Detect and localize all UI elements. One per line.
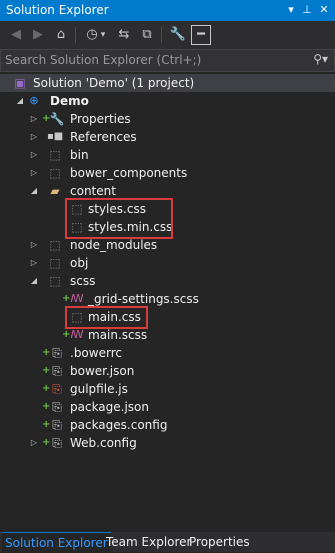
preview-selected-icon[interactable]: ━ [191,25,211,45]
bottom-tab-bar: Solution Explorer Team Explorer Properti… [0,532,335,553]
tab-team-explorer[interactable]: Team Explorer [103,532,195,552]
toolbar-separator [161,27,162,43]
tree-item-main-scss[interactable]: + ꟿ main.scss [0,326,335,344]
expanded-arrow-icon[interactable]: ◢ [29,184,39,198]
tree-item-bin[interactable]: ▷ ⬚ bin [0,146,335,164]
excluded-folder-icon: ⬚ [49,274,61,288]
tree-item-label: bin [70,148,89,162]
tree-item-bower-components[interactable]: ▷ ⬚ bower_components [0,164,335,182]
json-file-icon: ⎘ [52,400,62,414]
tab-properties[interactable]: Properties [186,532,253,552]
collapsed-arrow-icon[interactable]: ▷ [29,166,39,180]
json-file-icon: ⎘ [52,364,62,378]
tree-item-label: Demo [50,94,89,108]
tree-item-solution[interactable]: ▣ Solution 'Demo' (1 project) [0,74,335,92]
tree-item-label: content [70,184,116,198]
home-icon[interactable]: ⌂ [51,25,71,45]
tree-item-obj[interactable]: ▷ ⬚ obj [0,254,335,272]
tree-item-references[interactable]: ▷ ▪■ References [0,128,335,146]
expanded-arrow-icon[interactable]: ◢ [29,274,39,288]
search-options-icon[interactable]: ⚲▾ [313,52,328,66]
sync-icon[interactable]: ⇆ [114,25,134,45]
collapsed-arrow-icon[interactable]: ▷ [29,238,39,252]
wrench-icon: 🔧 [49,112,65,126]
pin-icon[interactable]: ⊥ [299,2,315,18]
tree-item-properties[interactable]: ▷ + 🔧 Properties [0,110,335,128]
tree-item-label: Web.config [70,436,137,450]
close-icon[interactable]: ✕ [316,2,332,18]
tree-item-packages-config[interactable]: + ⎘ packages.config [0,416,335,434]
collapsed-arrow-icon[interactable]: ▷ [29,256,39,270]
tree-item-label: obj [70,256,89,270]
tree-item-label: packages.config [70,418,168,432]
back-icon[interactable]: ◀ [6,25,26,45]
solution-tree: ▣ Solution 'Demo' (1 project) ◢ ⊕ Demo ▷… [0,72,335,532]
config-file-icon: ⎘ [52,436,62,450]
tree-item-label: main.scss [88,328,148,342]
config-file-icon: ⎘ [52,418,62,432]
gulp-file-icon: ⎘ [52,382,62,396]
tree-item-label: bower_components [70,166,188,180]
tree-item-label: scss [70,274,96,288]
tree-item-grid-settings[interactable]: + ꟿ _grid-settings.scss [0,290,335,308]
expanded-arrow-icon[interactable]: ◢ [15,94,25,108]
web-project-icon: ⊕ [29,94,39,107]
tree-item-label: bower.json [70,364,135,378]
collapsed-arrow-icon[interactable]: ▷ [29,148,39,162]
properties-wrench-icon[interactable]: 🔧 [168,25,188,45]
search-input[interactable]: Search Solution Explorer (Ctrl+;) ⚲▾ [0,49,335,72]
title-bar: Solution Explorer ▾ ⊥ ✕ [0,0,335,21]
tree-item-node-modules[interactable]: ▷ ⬚ node_modules [0,236,335,254]
collapse-all-icon[interactable]: ⧉ [137,25,157,45]
tree-item-label: Properties [70,112,131,126]
tree-item-label: _grid-settings.scss [88,292,199,306]
tree-item-web-config[interactable]: ▷ + ⎘ Web.config [0,434,335,452]
tree-item-bower-json[interactable]: + ⎘ bower.json [0,362,335,380]
scss-file-icon: ꟿ [70,292,84,305]
forward-icon[interactable]: ▶ [28,25,48,45]
excluded-folder-icon: ⬚ [49,148,61,162]
excluded-folder-icon: ⬚ [49,238,61,252]
tree-item-project[interactable]: ◢ ⊕ Demo [0,92,335,110]
dropdown-icon[interactable]: ▾ [283,2,299,18]
tree-item-label: package.json [70,400,150,414]
excluded-folder-icon: ⬚ [49,256,61,270]
tree-item-main-css[interactable]: ⬚ main.css [0,308,335,326]
tree-item-label: Solution 'Demo' (1 project) [33,76,195,90]
tree-item-scss[interactable]: ◢ ⬚ scss [0,272,335,290]
window-title: Solution Explorer [6,3,109,17]
collapsed-arrow-icon[interactable]: ▷ [29,112,39,126]
references-icon: ▪■ [47,131,64,142]
tree-item-package-json[interactable]: + ⎘ package.json [0,398,335,416]
filter-dropdown-icon[interactable]: ▾ [98,25,108,45]
tab-solution-explorer[interactable]: Solution Explorer [2,532,111,553]
tree-item-gulpfile[interactable]: + ⎘ gulpfile.js [0,380,335,398]
tree-item-bowerrc[interactable]: + ⎘ .bowerrc [0,344,335,362]
collapsed-arrow-icon[interactable]: ▷ [29,130,39,144]
config-file-icon: ⎘ [52,346,62,360]
tree-item-label: node_modules [70,238,158,252]
collapsed-arrow-icon[interactable]: ▷ [29,436,39,450]
scss-file-icon: ꟿ [70,328,84,341]
tree-item-label: gulpfile.js [70,382,128,396]
toolbar-separator [75,27,76,43]
open-folder-icon: ▰ [50,184,60,198]
toolbar: ◀ ▶ ⌂ ◷ ▾ ⇆ ⧉ 🔧 ━ [0,21,335,49]
tree-item-label: References [70,130,137,144]
excluded-folder-icon: ⬚ [49,166,61,180]
search-placeholder: Search Solution Explorer (Ctrl+;) [5,53,202,67]
solution-icon: ▣ [14,76,26,90]
tree-item-label: .bowerrc [70,346,122,360]
content-files-highlight [65,198,173,239]
